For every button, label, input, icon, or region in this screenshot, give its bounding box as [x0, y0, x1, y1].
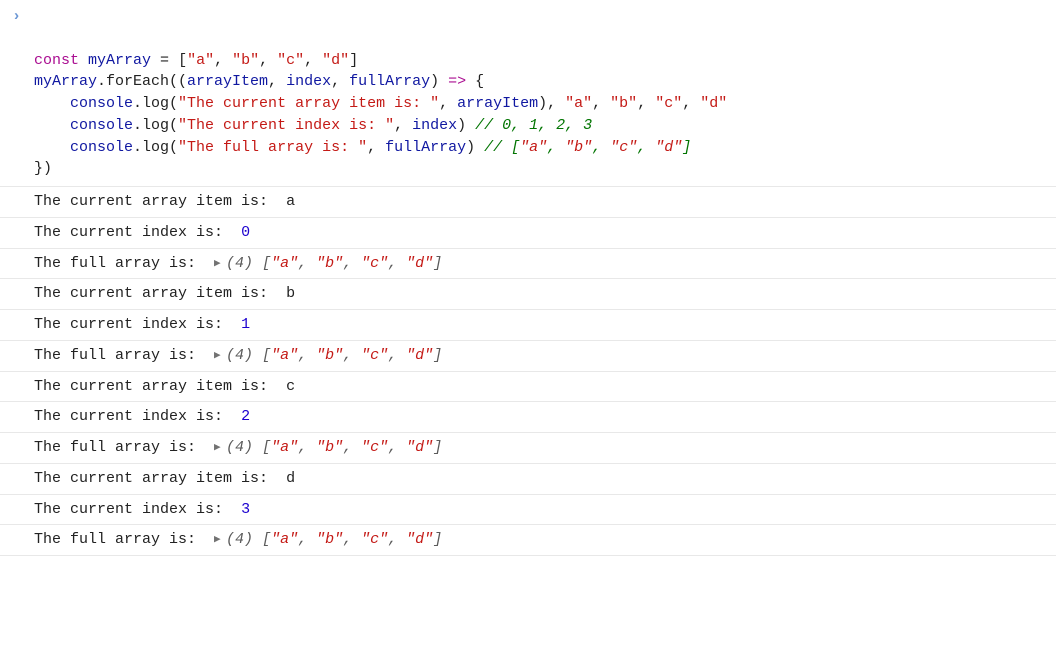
log-item-value: c: [286, 378, 295, 395]
expand-icon[interactable]: ▶: [214, 533, 226, 549]
array-element: "a": [271, 347, 298, 364]
array-length: (4): [226, 255, 253, 272]
log-item-value: a: [286, 193, 295, 210]
devtools-console: › const myArray = ["a", "b", "c", "d"] m…: [0, 0, 1056, 556]
log-index-row: The current index is: 0: [0, 218, 1056, 249]
log-label: The full array is:: [34, 255, 205, 272]
log-item-row: The current array item is: d: [0, 464, 1056, 495]
array-element: "d": [406, 439, 433, 456]
expand-icon[interactable]: ▶: [214, 349, 226, 365]
input-prompt-icon: ›: [12, 6, 21, 28]
array-element: "b": [316, 439, 343, 456]
array-element: "c": [361, 255, 388, 272]
log-label: The current array item is:: [34, 378, 277, 395]
expand-icon[interactable]: ▶: [214, 257, 226, 273]
log-item-row: The current array item is: a: [0, 187, 1056, 218]
code-comment: // 0, 1, 2, 3: [475, 117, 592, 134]
var-myArray: myArray: [88, 52, 151, 69]
log-item-value: d: [286, 470, 295, 487]
log-label: The current index is:: [34, 316, 232, 333]
log-index-value: 0: [241, 224, 250, 241]
array-element: "b": [316, 255, 343, 272]
array-length: (4): [226, 347, 253, 364]
array-element: "b": [316, 531, 343, 548]
log-label: The full array is:: [34, 531, 205, 548]
log-label: The full array is:: [34, 347, 205, 364]
log-array-row: The full array is: ▶(4) ["a", "b", "c", …: [0, 525, 1056, 556]
log-array-row: The full array is: ▶(4) ["a", "b", "c", …: [0, 341, 1056, 372]
log-label: The current index is:: [34, 408, 232, 425]
log-index-value: 1: [241, 316, 250, 333]
array-element: "a": [271, 255, 298, 272]
log-index-row: The current index is: 1: [0, 310, 1056, 341]
log-array-row: The full array is: ▶(4) ["a", "b", "c", …: [0, 249, 1056, 280]
log-item-value: b: [286, 285, 295, 302]
log-item-row: The current array item is: b: [0, 279, 1056, 310]
log-index-row: The current index is: 2: [0, 402, 1056, 433]
code-comment: // ["a", "b", "c", "d"]: [484, 139, 691, 156]
log-label: The current array item is:: [34, 193, 277, 210]
array-element: "c": [361, 531, 388, 548]
log-label: The current index is:: [34, 501, 232, 518]
log-item-row: The current array item is: c: [0, 372, 1056, 403]
console-input-row[interactable]: › const myArray = ["a", "b", "c", "d"] m…: [0, 0, 1056, 187]
log-index-value: 2: [241, 408, 250, 425]
expand-icon[interactable]: ▶: [214, 441, 226, 457]
log-label: The full array is:: [34, 439, 205, 456]
array-element: "a": [271, 531, 298, 548]
array-element: "c": [361, 439, 388, 456]
array-element: "d": [406, 347, 433, 364]
log-label: The current array item is:: [34, 470, 277, 487]
array-length: (4): [226, 531, 253, 548]
array-length: (4): [226, 439, 253, 456]
array-element: "a": [271, 439, 298, 456]
array-element: "c": [361, 347, 388, 364]
console-output: The current array item is: aThe current …: [0, 187, 1056, 556]
log-index-value: 3: [241, 501, 250, 518]
array-element: "d": [406, 531, 433, 548]
log-index-row: The current index is: 3: [0, 495, 1056, 526]
log-label: The current index is:: [34, 224, 232, 241]
log-array-row: The full array is: ▶(4) ["a", "b", "c", …: [0, 433, 1056, 464]
log-label: The current array item is:: [34, 285, 277, 302]
array-element: "d": [406, 255, 433, 272]
array-element: "b": [316, 347, 343, 364]
keyword-const: const: [34, 52, 79, 69]
